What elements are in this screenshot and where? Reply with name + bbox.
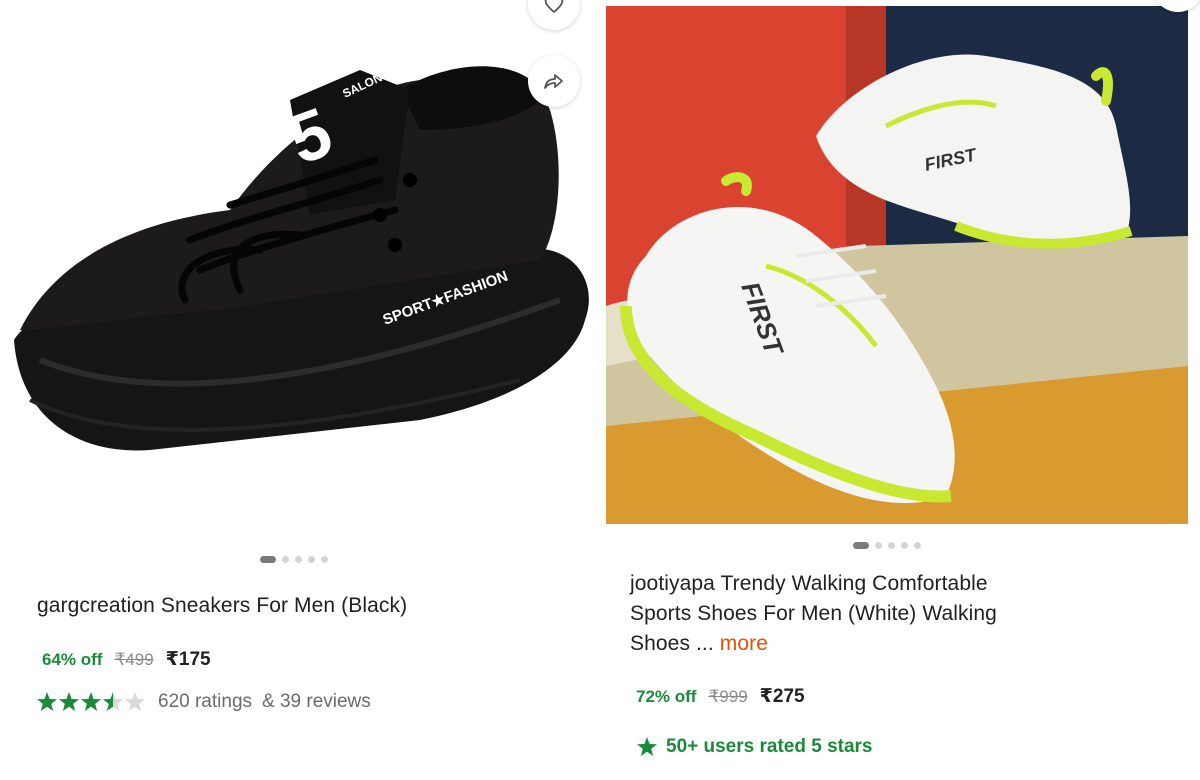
black-sneaker-image: SALON 5 SPORT★FASHION bbox=[14, 66, 589, 451]
carousel-dot[interactable] bbox=[295, 556, 302, 563]
price-row: 64% off ₹499 ₹175 bbox=[42, 648, 211, 671]
product-title-line-1: jootiyapa Trendy Walking Comfortable bbox=[630, 572, 988, 595]
mrp-label: ₹499 bbox=[114, 650, 154, 669]
rating-badge-text: 50+ users rated 5 stars bbox=[666, 736, 873, 757]
rating-badge: 50+ users rated 5 stars bbox=[636, 736, 873, 758]
product-title-line-2: Sports Shoes For Men (White) Walking bbox=[630, 602, 997, 625]
more-link[interactable]: more bbox=[720, 632, 768, 655]
carousel-dot[interactable] bbox=[901, 542, 908, 549]
carousel-dot[interactable] bbox=[260, 556, 276, 563]
discount-label: 72% off bbox=[636, 687, 697, 706]
carousel-dot[interactable] bbox=[282, 556, 289, 563]
product-title-line-3-text: Shoes ... bbox=[630, 632, 714, 655]
carousel-dot[interactable] bbox=[914, 542, 921, 549]
product-card-2[interactable]: FIRST FIRST jootiyapa Trendy Walking Com… bbox=[600, 0, 1200, 780]
discount-label: 64% off bbox=[42, 650, 103, 669]
share-button[interactable] bbox=[528, 55, 580, 107]
carousel-dot[interactable] bbox=[875, 542, 882, 549]
white-sneakers-image: FIRST FIRST bbox=[606, 6, 1188, 524]
mrp-label: ₹999 bbox=[708, 687, 748, 706]
rating-row[interactable]: 620 ratings & 39 reviews bbox=[36, 690, 371, 714]
product-card-1[interactable]: SALON 5 SPORT★FASHION gargcreation Sneak… bbox=[0, 0, 600, 780]
ratings-count: 620 ratings bbox=[158, 691, 253, 712]
heart-icon bbox=[544, 0, 564, 14]
price-row: 72% off ₹999 ₹275 bbox=[636, 685, 805, 708]
product-title[interactable]: gargcreation Sneakers For Men (Black) bbox=[37, 591, 407, 621]
rating-stars bbox=[36, 690, 148, 714]
price-label: ₹275 bbox=[759, 686, 805, 707]
image-carousel-dots[interactable] bbox=[853, 542, 921, 549]
product-title[interactable]: jootiyapa Trendy Walking Comfortable Spo… bbox=[630, 569, 1170, 659]
image-carousel-dots[interactable] bbox=[260, 556, 328, 563]
carousel-dot[interactable] bbox=[321, 556, 328, 563]
product-image-2[interactable]: FIRST FIRST bbox=[606, 6, 1188, 524]
product-image-1[interactable]: SALON 5 SPORT★FASHION bbox=[0, 0, 600, 520]
share-icon bbox=[544, 74, 563, 89]
price-label: ₹175 bbox=[165, 649, 211, 670]
star-icon bbox=[637, 737, 657, 756]
reviews-count: & 39 reviews bbox=[262, 691, 371, 712]
carousel-dot[interactable] bbox=[308, 556, 315, 563]
product-title-line-3: Shoes ... more bbox=[630, 629, 1170, 659]
carousel-dot[interactable] bbox=[853, 542, 869, 549]
carousel-dot[interactable] bbox=[888, 542, 895, 549]
star-rating-icon bbox=[37, 692, 145, 711]
